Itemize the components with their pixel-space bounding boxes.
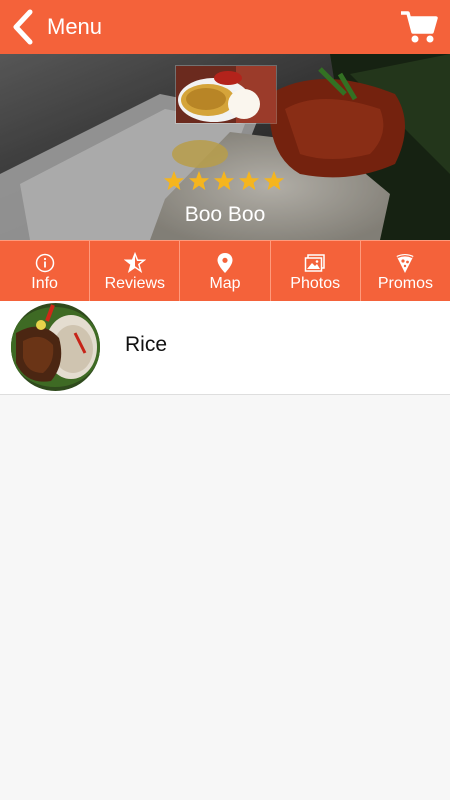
- map-pin-icon: [217, 253, 233, 273]
- star-icon: [263, 170, 285, 191]
- tab-label: Photos: [290, 275, 341, 292]
- tab-photos[interactable]: Photos: [271, 241, 361, 301]
- rating-stars: [163, 170, 289, 192]
- menu-item-image: [11, 303, 100, 391]
- restaurant-name: Boo Boo: [184, 203, 266, 226]
- star-icon: [213, 170, 235, 191]
- tab-map[interactable]: Map: [180, 241, 271, 301]
- top-bar: Menu: [0, 0, 450, 54]
- chevron-left-icon[interactable]: [10, 8, 38, 46]
- star-icon: [163, 170, 185, 191]
- tab-label: Reviews: [104, 275, 166, 292]
- star-half-icon: [123, 252, 146, 274]
- info-icon: [35, 253, 54, 273]
- tab-label: Map: [209, 275, 241, 292]
- tab-bar: Info Reviews Map Photos Promos: [0, 240, 450, 301]
- tab-reviews[interactable]: Reviews: [90, 241, 181, 301]
- photos-icon: [304, 254, 325, 272]
- restaurant-header: Boo Boo: [0, 54, 450, 240]
- tab-label: Promos: [377, 275, 433, 292]
- star-icon: [188, 170, 210, 191]
- tab-info[interactable]: Info: [0, 241, 91, 301]
- star-icon: [238, 170, 260, 191]
- menu-item-label: Rice: [125, 333, 168, 356]
- tab-promos[interactable]: Promos: [361, 241, 450, 301]
- pizza-icon: [396, 254, 414, 273]
- list-item[interactable]: Rice: [0, 301, 450, 395]
- restaurant-thumbnail: [175, 65, 277, 124]
- page-title: Menu: [47, 14, 103, 39]
- tab-label: Info: [31, 275, 58, 292]
- shopping-cart-icon[interactable]: [400, 10, 438, 44]
